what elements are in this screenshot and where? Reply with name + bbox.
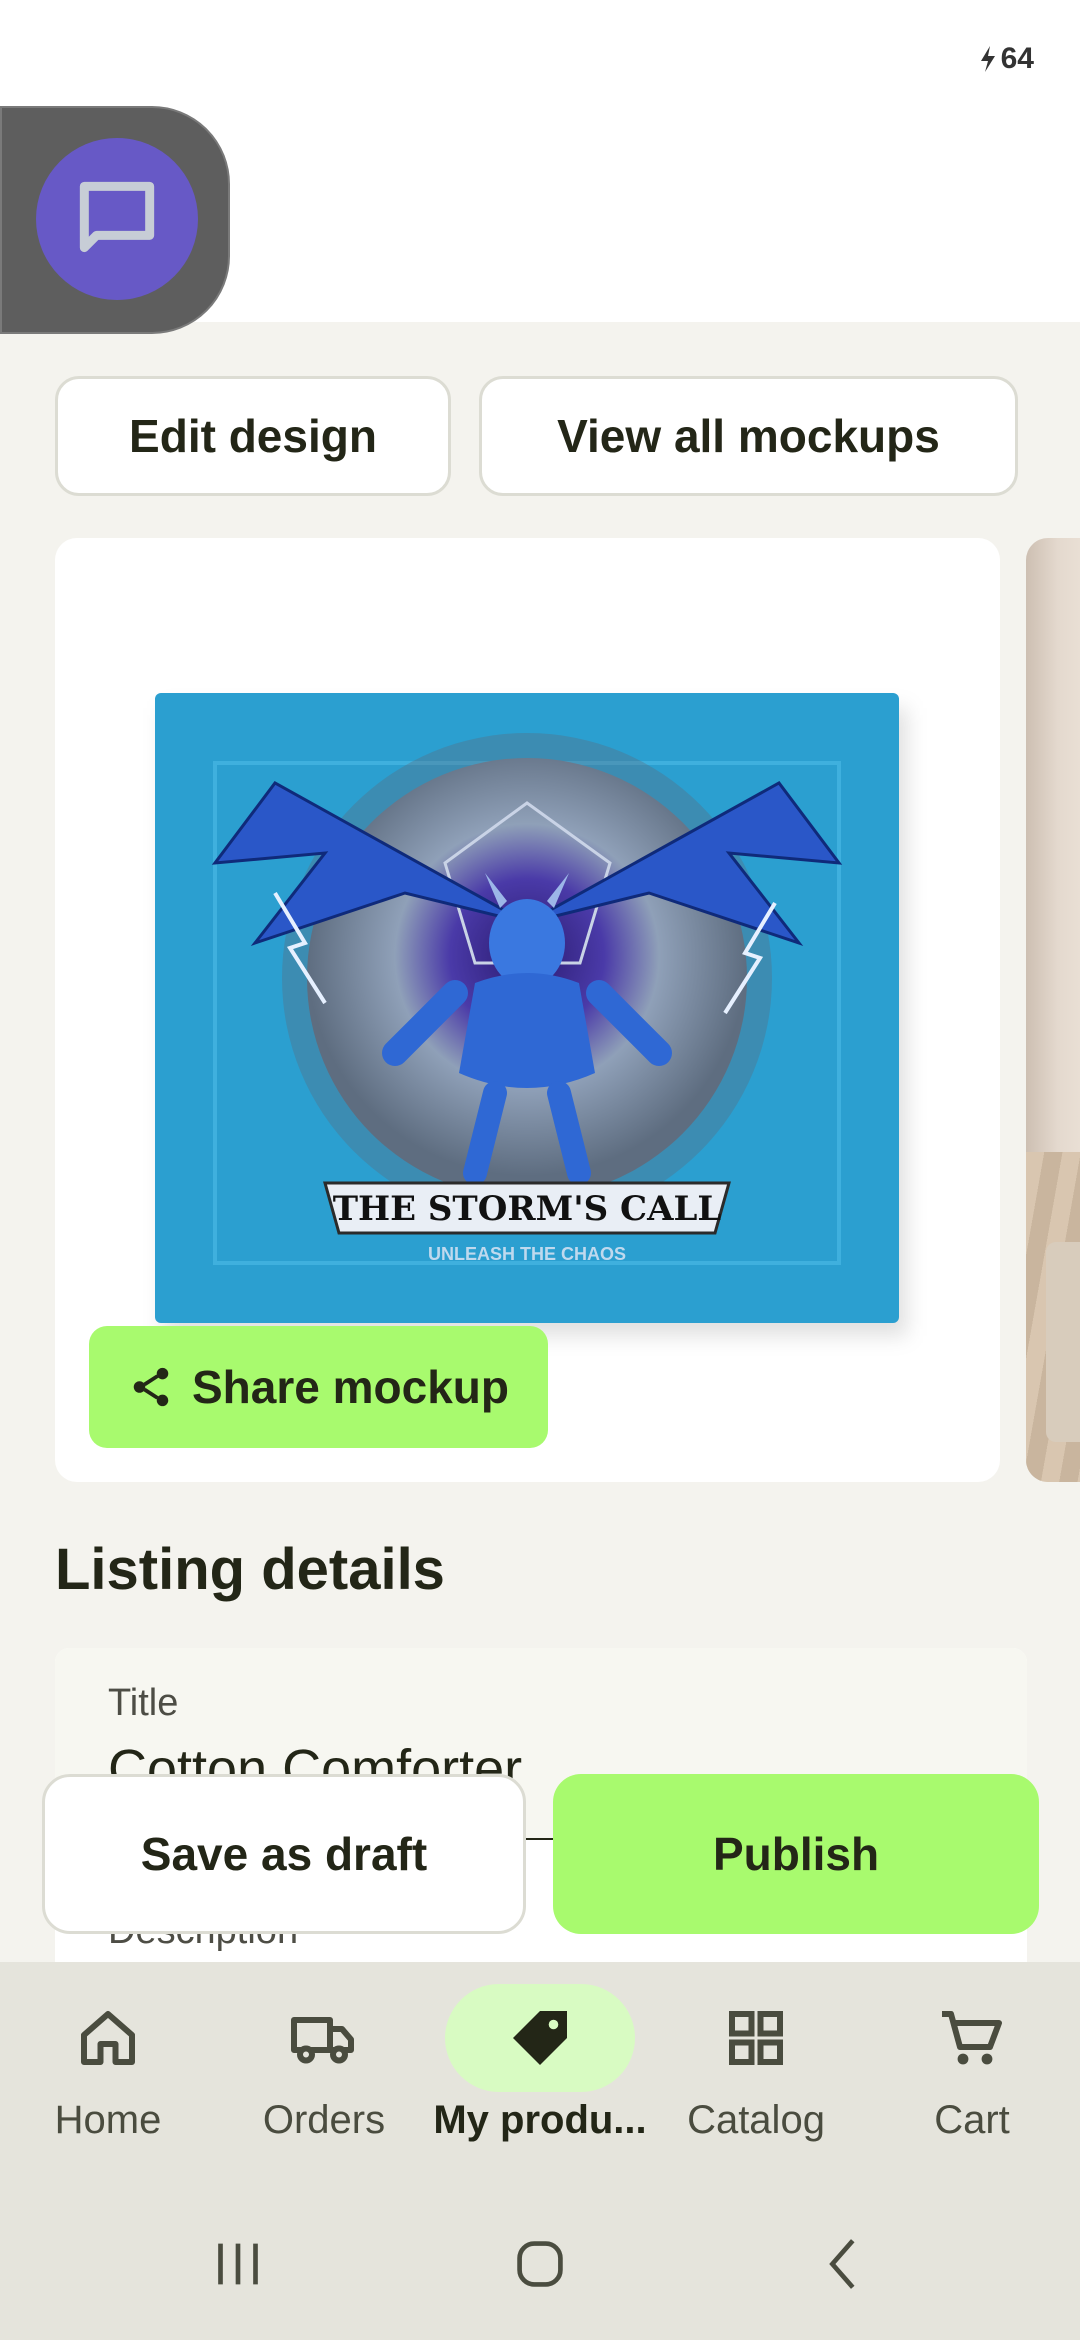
share-mockup-label: Share mockup [192, 1361, 509, 1413]
home-icon [81, 2011, 135, 2065]
mockup-card[interactable]: THE STORM'S CALL UNLEASH THE CHAOS Share… [55, 538, 1000, 1482]
art-subtitle-text: UNLEASH THE CHAOS [428, 1244, 626, 1264]
share-icon [133, 1367, 169, 1407]
bottom-navigation: Home Orders My produ... Catalog Cart [0, 1962, 1080, 2184]
battery-level: 64 [1000, 42, 1034, 75]
publish-button[interactable]: Publish [553, 1774, 1039, 1934]
nav-item-catalog[interactable]: Catalog [648, 1962, 864, 2184]
nav-item-home[interactable]: Home [0, 1962, 216, 2184]
share-mockup-button[interactable]: Share mockup [89, 1326, 548, 1448]
nav-label-cart: Cart [934, 2098, 1010, 2142]
grid-icon [729, 2011, 783, 2065]
recent-apps-button[interactable] [198, 2224, 278, 2304]
nav-label-catalog: Catalog [687, 2098, 825, 2142]
back-icon [829, 2239, 855, 2289]
nav-item-cart[interactable]: Cart [864, 1962, 1080, 2184]
nav-item-my-products[interactable]: My produ... [432, 1962, 648, 2184]
next-mockup-preview[interactable] [1026, 538, 1080, 1482]
nav-label-my-products: My produ... [433, 2098, 647, 2142]
chat-button[interactable] [36, 138, 198, 300]
cart-icon [942, 2011, 1002, 2065]
comforter-mockup-image: THE STORM'S CALL UNLEASH THE CHAOS [155, 693, 899, 1323]
view-all-mockups-button[interactable]: View all mockups [479, 376, 1018, 496]
art-title-text: THE STORM'S CALL [333, 1189, 722, 1229]
preview-rug [1046, 1242, 1080, 1442]
nav-label-home: Home [54, 2098, 162, 2142]
save-as-draft-button[interactable]: Save as draft [42, 1774, 526, 1934]
chat-launcher[interactable] [0, 106, 230, 334]
charging-icon [980, 46, 995, 72]
truck-icon [291, 2017, 354, 2064]
nav-item-orders[interactable]: Orders [216, 1962, 432, 2184]
home-system-button[interactable] [500, 2224, 580, 2304]
art-demon-body [459, 973, 595, 1088]
back-button[interactable] [804, 2224, 884, 2304]
nav-label-orders: Orders [262, 2098, 386, 2142]
home-circle-icon [517, 2241, 563, 2287]
chat-icon [79, 181, 155, 253]
tag-icon [513, 2011, 567, 2065]
listing-details-heading: Listing details [55, 1537, 445, 1602]
system-navigation-bar [0, 2184, 1080, 2340]
edit-design-button[interactable]: Edit design [55, 376, 451, 496]
battery-indicator: 64 [977, 42, 1034, 76]
recent-apps-icon [218, 2243, 258, 2285]
title-field-label: Title [108, 1682, 179, 1724]
